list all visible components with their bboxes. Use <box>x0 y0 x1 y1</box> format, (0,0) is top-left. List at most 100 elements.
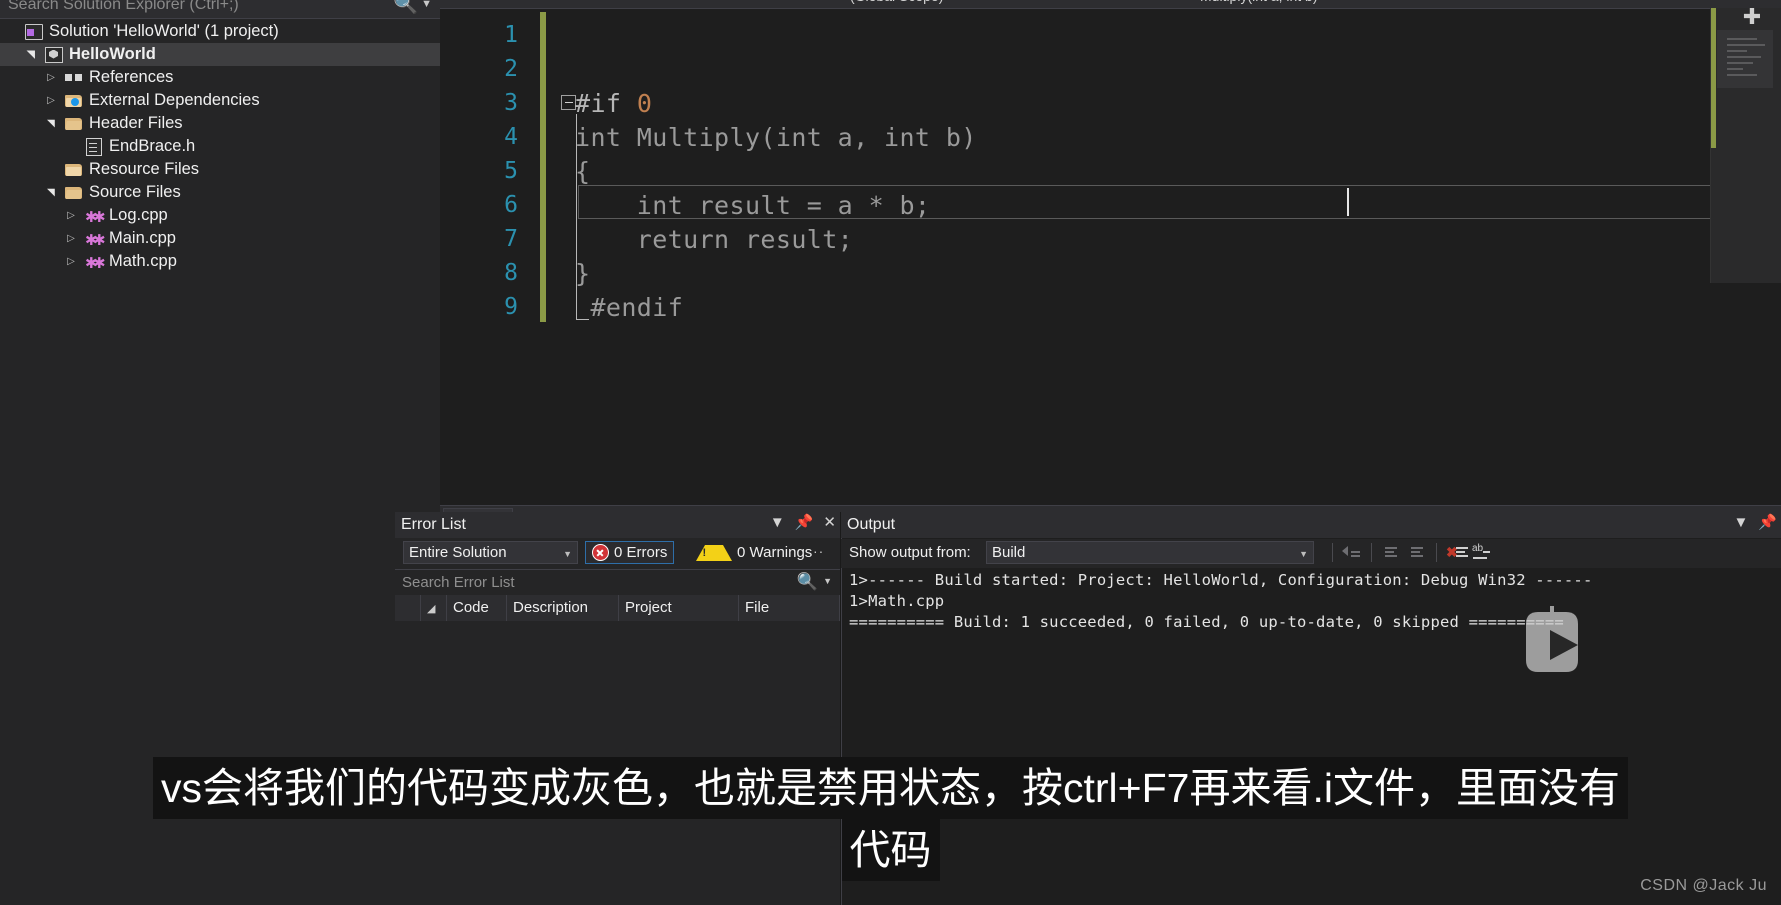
chevron-collapsed-icon[interactable]: ▷ <box>60 210 82 221</box>
output-source-combo[interactable]: Build ▼ <box>986 541 1314 564</box>
pin-icon[interactable]: 📌 <box>1758 515 1777 531</box>
toolbar-separator <box>1436 543 1437 562</box>
warning-icon <box>696 544 732 561</box>
chevron-expanded-icon[interactable]: ◢ <box>46 182 57 204</box>
code-line[interactable]: 8} <box>440 256 1540 290</box>
dock-target-icon[interactable]: ✚ <box>1741 6 1763 28</box>
tree-item-math-cpp[interactable]: ▷ ✱ ✱ Math.cpp <box>0 250 440 273</box>
pin-icon[interactable]: 📌 <box>795 515 814 531</box>
folder-open-icon <box>62 186 86 200</box>
chevron-collapsed-icon[interactable]: ▷ <box>60 256 82 267</box>
chevron-collapsed-icon[interactable]: ▷ <box>60 233 82 244</box>
error-search-input[interactable]: Search Error List <box>402 574 515 591</box>
toolbar-separator <box>1371 543 1372 562</box>
tree-item-solution-helloworld-1-project[interactable]: Solution 'HelloWorld' (1 project) <box>0 20 440 43</box>
code-editor-surface[interactable]: 1 2 3 #if 0 4 int Multiply(int a, int b) 5{6 i… <box>440 10 1781 505</box>
code-line[interactable]: 3 #if 0 <box>440 86 1540 120</box>
code-minimap[interactable] <box>1710 8 1781 283</box>
toolbar-separator <box>1332 543 1333 562</box>
error-list-rows-container[interactable] <box>395 621 840 905</box>
tree-item-label: Resource Files <box>89 160 200 178</box>
nav-member-dropdown[interactable]: Multiply(int a, int b) <box>1200 0 1317 4</box>
tree-item-resource-files[interactable]: Resource Files <box>0 158 440 181</box>
error-scope-combo[interactable]: Entire Solution ▼ <box>403 541 578 564</box>
chevron-collapsed-icon[interactable]: ▷ <box>40 95 62 106</box>
toolbar-overflow-button[interactable]: ·· <box>813 543 824 559</box>
sort-indicator-icon: ◢ <box>427 603 436 615</box>
code-line[interactable]: 5{ <box>440 154 1540 188</box>
output-titlebar: Output ▼ 📌 <box>841 512 1781 538</box>
solution-explorer-search-bar[interactable]: Search Solution Explorer (Ctrl+;) 🔍 ▼ <box>0 0 440 19</box>
tree-item-source-files[interactable]: ◢ Source Files <box>0 181 440 204</box>
code-line[interactable]: 2 <box>440 52 1540 86</box>
output-text-content[interactable]: 1>------ Build started: Project: HelloWo… <box>849 570 1781 633</box>
solution-explorer-panel: Search Solution Explorer (Ctrl+;) 🔍 ▼ So… <box>0 0 440 905</box>
chevron-down-icon[interactable]: ▼ <box>823 576 832 586</box>
column-header-project[interactable]: Project <box>619 595 739 621</box>
tree-item-label: Header Files <box>89 114 183 132</box>
clear-all-icon[interactable]: ✖ <box>1443 541 1469 564</box>
minimap-scroll-thumb[interactable] <box>1711 8 1716 148</box>
line-number: 2 <box>504 56 518 82</box>
go-to-next-icon[interactable] <box>1378 541 1404 564</box>
close-icon[interactable]: ✕ <box>823 515 836 531</box>
code-line[interactable]: 1 <box>440 18 1540 52</box>
output-panel: Output ▼ 📌 Show output from: Build ▼ ✖ a… <box>841 512 1781 905</box>
column-header-icon-1[interactable]: ◢ <box>421 595 447 621</box>
dropdown-icon[interactable]: ▼ <box>770 515 785 531</box>
solution-tree: Solution 'HelloWorld' (1 project) ◢ HelloW… <box>0 20 440 273</box>
tree-item-helloworld[interactable]: ◢ HelloWorld <box>0 43 440 66</box>
nav-scope-dropdown[interactable]: (Global Scope) <box>850 0 943 4</box>
chevron-collapsed-icon[interactable]: ▷ <box>40 72 62 83</box>
output-tool-buttons: ✖ ab <box>1326 541 1495 564</box>
error-list-panel: Error List ▼ 📌 ✕ Entire Solution ▼ 0 Err… <box>395 512 841 905</box>
collapse-region-icon[interactable] <box>561 95 576 110</box>
search-input[interactable]: Search Solution Explorer (Ctrl+;) <box>8 0 239 14</box>
errors-filter-button[interactable]: 0 Errors <box>585 541 675 564</box>
cpp-file-icon: ✱ ✱ <box>85 253 106 272</box>
column-header-file[interactable]: File <box>739 595 840 621</box>
line-number: 7 <box>504 226 518 252</box>
code-line[interactable]: 4 int Multiply(int a, int b) <box>440 120 1540 154</box>
line-number: 8 <box>504 260 518 286</box>
dropdown-icon[interactable]: ▼ <box>1733 515 1748 531</box>
tree-item-external-dependencies[interactable]: ▷ External Dependencies <box>0 89 440 112</box>
show-output-from-label: Show output from: <box>849 544 971 561</box>
column-header-icon-0[interactable] <box>395 595 421 621</box>
output-toolbar: Show output from: Build ▼ ✖ ab <box>841 539 1781 568</box>
tree-item-label: Main.cpp <box>109 229 176 247</box>
column-header-description[interactable]: Description <box>507 595 619 621</box>
output-line: 1>Math.cpp <box>849 592 945 610</box>
minimap-page-preview <box>1717 30 1773 88</box>
tree-item-references[interactable]: ▷ References <box>0 66 440 89</box>
toggle-word-wrap-icon[interactable]: ab <box>1469 541 1495 564</box>
chevron-down-icon[interactable]: ▼ <box>563 544 572 565</box>
tree-item-endbrace-h[interactable]: EndBrace.h <box>0 135 440 158</box>
current-line-highlight <box>578 185 1781 219</box>
error-list-search-bar[interactable]: Search Error List 🔍 ▼ <box>395 569 840 596</box>
line-number: 6 <box>504 192 518 218</box>
error-scope-value: Entire Solution <box>409 544 507 561</box>
chevron-down-icon[interactable]: ▼ <box>421 0 432 10</box>
code-line[interactable]: 9 #endif <box>440 290 1540 324</box>
folder-external-icon <box>62 94 86 108</box>
folder-open-icon <box>62 117 86 131</box>
warnings-filter-button[interactable]: 0 Warnings <box>690 541 818 564</box>
go-to-last-icon[interactable] <box>1404 541 1430 564</box>
go-to-previous-icon[interactable] <box>1339 541 1365 564</box>
chevron-expanded-icon[interactable]: ◢ <box>26 44 37 66</box>
output-line: 1>------ Build started: Project: HelloWo… <box>849 571 1593 589</box>
solution-icon <box>22 23 46 40</box>
tree-item-main-cpp[interactable]: ▷ ✱ ✱ Main.cpp <box>0 227 440 250</box>
column-header-code[interactable]: Code <box>447 595 507 621</box>
magnifier-icon[interactable]: 🔍 <box>797 572 818 592</box>
chevron-down-icon[interactable]: ▼ <box>1299 544 1308 565</box>
text-caret <box>1347 188 1349 216</box>
references-icon <box>62 73 86 82</box>
code-line[interactable]: 7 return result; <box>440 222 1540 256</box>
tree-item-log-cpp[interactable]: ▷ ✱ ✱ Log.cpp <box>0 204 440 227</box>
chevron-expanded-icon[interactable]: ◢ <box>46 113 57 135</box>
tree-item-header-files[interactable]: ◢ Header Files <box>0 112 440 135</box>
magnifier-icon[interactable]: 🔍 <box>393 0 418 16</box>
output-source-value: Build <box>992 544 1026 561</box>
